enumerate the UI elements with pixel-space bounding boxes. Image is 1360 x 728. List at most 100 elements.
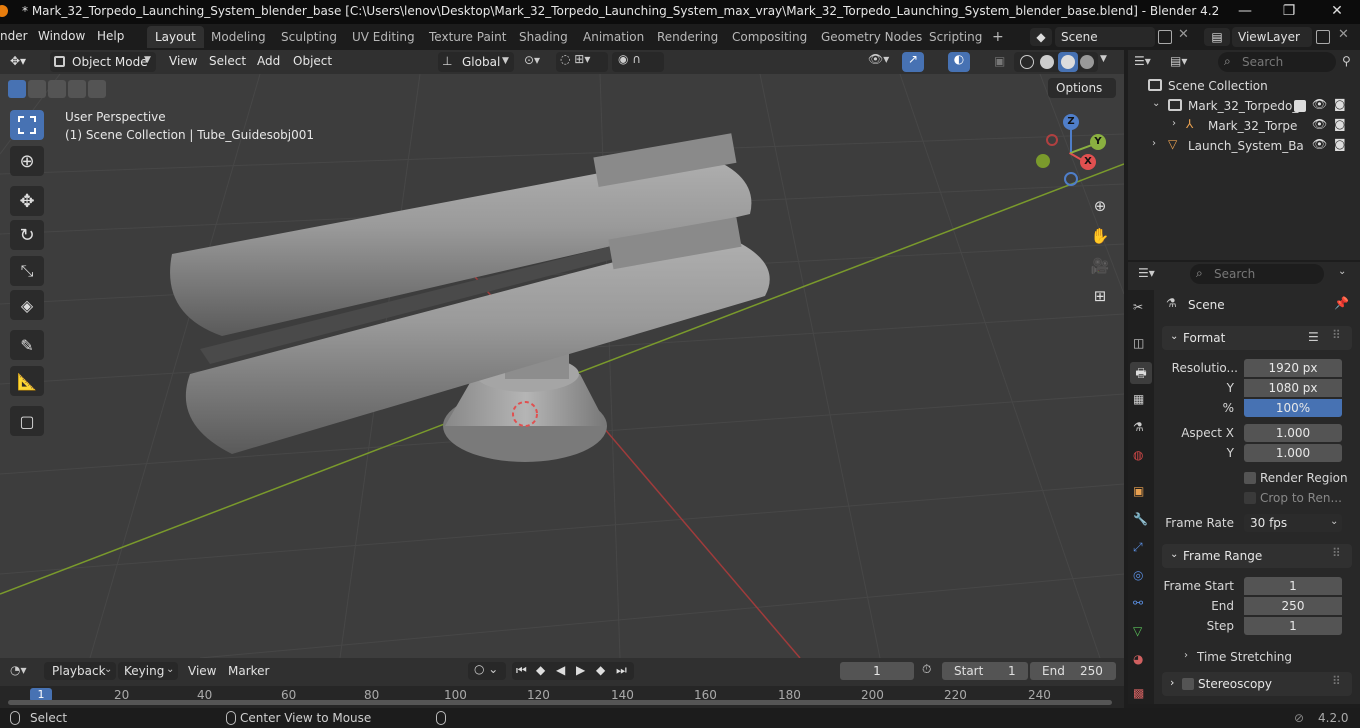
eye-icon[interactable]: 👁 <box>1312 97 1327 111</box>
gizmo-toggle-icon[interactable]: ↗ <box>902 52 924 72</box>
delete-viewlayer-icon[interactable]: ✕ <box>1338 27 1349 42</box>
timeline-end-field[interactable]: End 250 <box>1030 662 1116 680</box>
menu-playback[interactable]: Playback ⌄ <box>44 662 116 680</box>
tab-shading[interactable]: Shading <box>511 26 576 48</box>
gizmo-y-label[interactable]: Y <box>1090 134 1106 150</box>
annotate-tool[interactable]: ✎ <box>10 330 44 360</box>
tool-tab-icon[interactable]: ✂ <box>1133 300 1143 314</box>
add-workspace-button[interactable]: + <box>984 26 1012 48</box>
select-intersect-icon[interactable] <box>88 80 106 98</box>
frame-range-panel-header[interactable]: ⌄ Frame Range ⠿ <box>1162 544 1352 568</box>
gizmo-neg-y[interactable] <box>1046 134 1058 146</box>
tab-uv-editing[interactable]: UV Editing <box>344 26 423 48</box>
frame-rate-dropdown[interactable]: 30 fps ⌄ <box>1244 514 1342 532</box>
overlay-toggle-icon[interactable]: ◐ <box>948 52 970 72</box>
select-new-icon[interactable] <box>8 80 26 98</box>
gizmo-neg-x[interactable] <box>1036 154 1050 168</box>
timeline-scrollbar[interactable] <box>8 700 1112 705</box>
cursor-tool[interactable]: ⊕ <box>10 146 44 176</box>
tab-scripting[interactable]: Scripting <box>921 26 990 48</box>
tab-modeling[interactable]: Modeling <box>203 26 274 48</box>
frame-start-field[interactable]: 1 <box>1244 577 1342 595</box>
camera-render-icon[interactable]: ◙ <box>1334 97 1346 111</box>
object-tab-icon[interactable]: ▣ <box>1133 484 1144 498</box>
viewlayer-selector[interactable]: ViewLayer <box>1232 27 1312 47</box>
select-extend-icon[interactable] <box>28 80 46 98</box>
zoom-view-button[interactable]: ⊕ <box>1086 192 1114 220</box>
aspect-y-field[interactable]: 1.000 <box>1244 444 1342 462</box>
data-tab-icon[interactable]: ▽ <box>1133 624 1142 638</box>
menu-marker[interactable]: Marker <box>228 664 269 678</box>
outliner-search-input[interactable]: ⌕ Search <box>1218 52 1336 72</box>
outliner-editor-icon[interactable]: ☰▾ <box>1134 54 1151 68</box>
time-stretching-subpanel[interactable]: › Time Stretching <box>1180 648 1350 668</box>
menu-window[interactable]: Window <box>38 29 85 43</box>
stereoscopy-checkbox[interactable] <box>1182 678 1194 690</box>
minimize-button[interactable]: — <box>1222 0 1268 24</box>
outliner-filter-funnel-icon[interactable]: ⚲ <box>1342 54 1351 68</box>
chevron-right-icon[interactable]: › <box>1152 138 1156 149</box>
checkbox-icon[interactable] <box>1294 100 1306 112</box>
tab-layout[interactable]: Layout <box>147 26 204 48</box>
camera-render-icon[interactable]: ◙ <box>1334 137 1346 151</box>
tab-texture-paint[interactable]: Texture Paint <box>421 26 514 48</box>
chevron-down-icon[interactable]: ⌄ <box>1152 98 1160 109</box>
modifier-tab-icon[interactable]: 🔧 <box>1133 512 1148 526</box>
menu-add[interactable]: Add <box>257 54 280 68</box>
tab-animation[interactable]: Animation <box>575 26 652 48</box>
particles-tab-icon[interactable]: ⤢ <box>1133 540 1143 555</box>
outliner-row-launch-system[interactable]: › ▽ Launch_System_Ba 👁 ◙ <box>1128 136 1360 156</box>
menu-render[interactable]: nder <box>0 29 28 43</box>
outliner-row-scene-collection[interactable]: Scene Collection <box>1128 76 1360 96</box>
frame-end-field[interactable]: 250 <box>1244 597 1342 615</box>
prev-keyframe-icon[interactable]: ◆ <box>536 663 545 677</box>
chevron-right-icon[interactable]: › <box>1172 118 1176 129</box>
menu-select[interactable]: Select <box>209 54 246 68</box>
camera-view-button[interactable]: 🎥 <box>1086 252 1114 280</box>
jump-end-icon[interactable]: ⏭ <box>616 663 627 678</box>
world-tab-icon[interactable]: ◍ <box>1133 448 1143 462</box>
aspect-x-field[interactable]: 1.000 <box>1244 424 1342 442</box>
frame-ruler[interactable]: 1 20 40 60 80 100 120 140 160 180 200 22… <box>0 686 1124 708</box>
pan-view-button[interactable]: ✋ <box>1086 222 1114 250</box>
tab-rendering[interactable]: Rendering <box>649 26 726 48</box>
material-tab-icon[interactable]: ◕ <box>1133 652 1143 666</box>
gizmo-neg-z[interactable] <box>1064 172 1078 186</box>
physics-tab-icon[interactable]: ◎ <box>1133 568 1143 582</box>
crop-to-render-checkbox[interactable] <box>1244 492 1256 504</box>
select-box-tool[interactable] <box>10 110 44 140</box>
play-reverse-icon[interactable]: ◀ <box>556 663 565 677</box>
shading-modes[interactable] <box>1014 52 1098 72</box>
ortho-toggle-button[interactable]: ⊞ <box>1086 282 1114 310</box>
presets-list-icon[interactable]: ☰ <box>1308 330 1319 344</box>
new-scene-icon[interactable] <box>1158 30 1172 44</box>
maximize-button[interactable]: ❐ <box>1266 0 1312 24</box>
rendered-shading-icon[interactable] <box>1080 55 1094 69</box>
output-tab-icon[interactable]: 🖶 <box>1130 362 1152 384</box>
resolution-x-field[interactable]: 1920 px <box>1244 359 1342 377</box>
frame-step-field[interactable]: 1 <box>1244 617 1342 635</box>
measure-tool[interactable]: 📐 <box>10 366 44 396</box>
3d-viewport[interactable]: User Perspective (1) Scene Collection | … <box>0 74 1124 658</box>
play-icon[interactable]: ▶ <box>576 663 585 677</box>
pivot-point-icon[interactable]: ⊙▾ <box>524 53 540 67</box>
timeline-start-field[interactable]: Start 1 <box>942 662 1028 680</box>
scene-selector[interactable]: Scene <box>1055 27 1155 47</box>
camera-render-icon[interactable]: ◙ <box>1334 117 1346 131</box>
drag-handle-icon[interactable]: ⠿ <box>1332 546 1341 560</box>
stopwatch-icon[interactable]: ⏱ <box>922 662 931 677</box>
xray-icon[interactable]: ▣ <box>994 54 1005 68</box>
texture-tab-icon[interactable]: ▩ <box>1133 686 1144 700</box>
format-panel-header[interactable]: ⌄ Format ☰ ⠿ <box>1162 326 1352 350</box>
proportional-editing-icon[interactable]: ◉ ∩ <box>612 52 664 72</box>
move-tool[interactable]: ✥ <box>10 186 44 216</box>
drag-handle-icon[interactable]: ⠿ <box>1332 674 1341 688</box>
scale-tool[interactable]: ⤡ <box>10 256 44 286</box>
menu-view[interactable]: View <box>169 54 197 68</box>
close-window-button[interactable]: ✕ <box>1314 0 1360 24</box>
stereoscopy-panel-header[interactable]: › Stereoscopy ⠿ <box>1162 672 1352 696</box>
gizmo-x-label[interactable]: X <box>1080 154 1096 170</box>
next-keyframe-icon[interactable]: ◆ <box>596 663 605 677</box>
outliner-row-mark32-collection[interactable]: ⌄ Mark_32_Torpedo_ 👁 ◙ <box>1128 96 1360 116</box>
eye-icon[interactable]: 👁 <box>1312 117 1327 131</box>
